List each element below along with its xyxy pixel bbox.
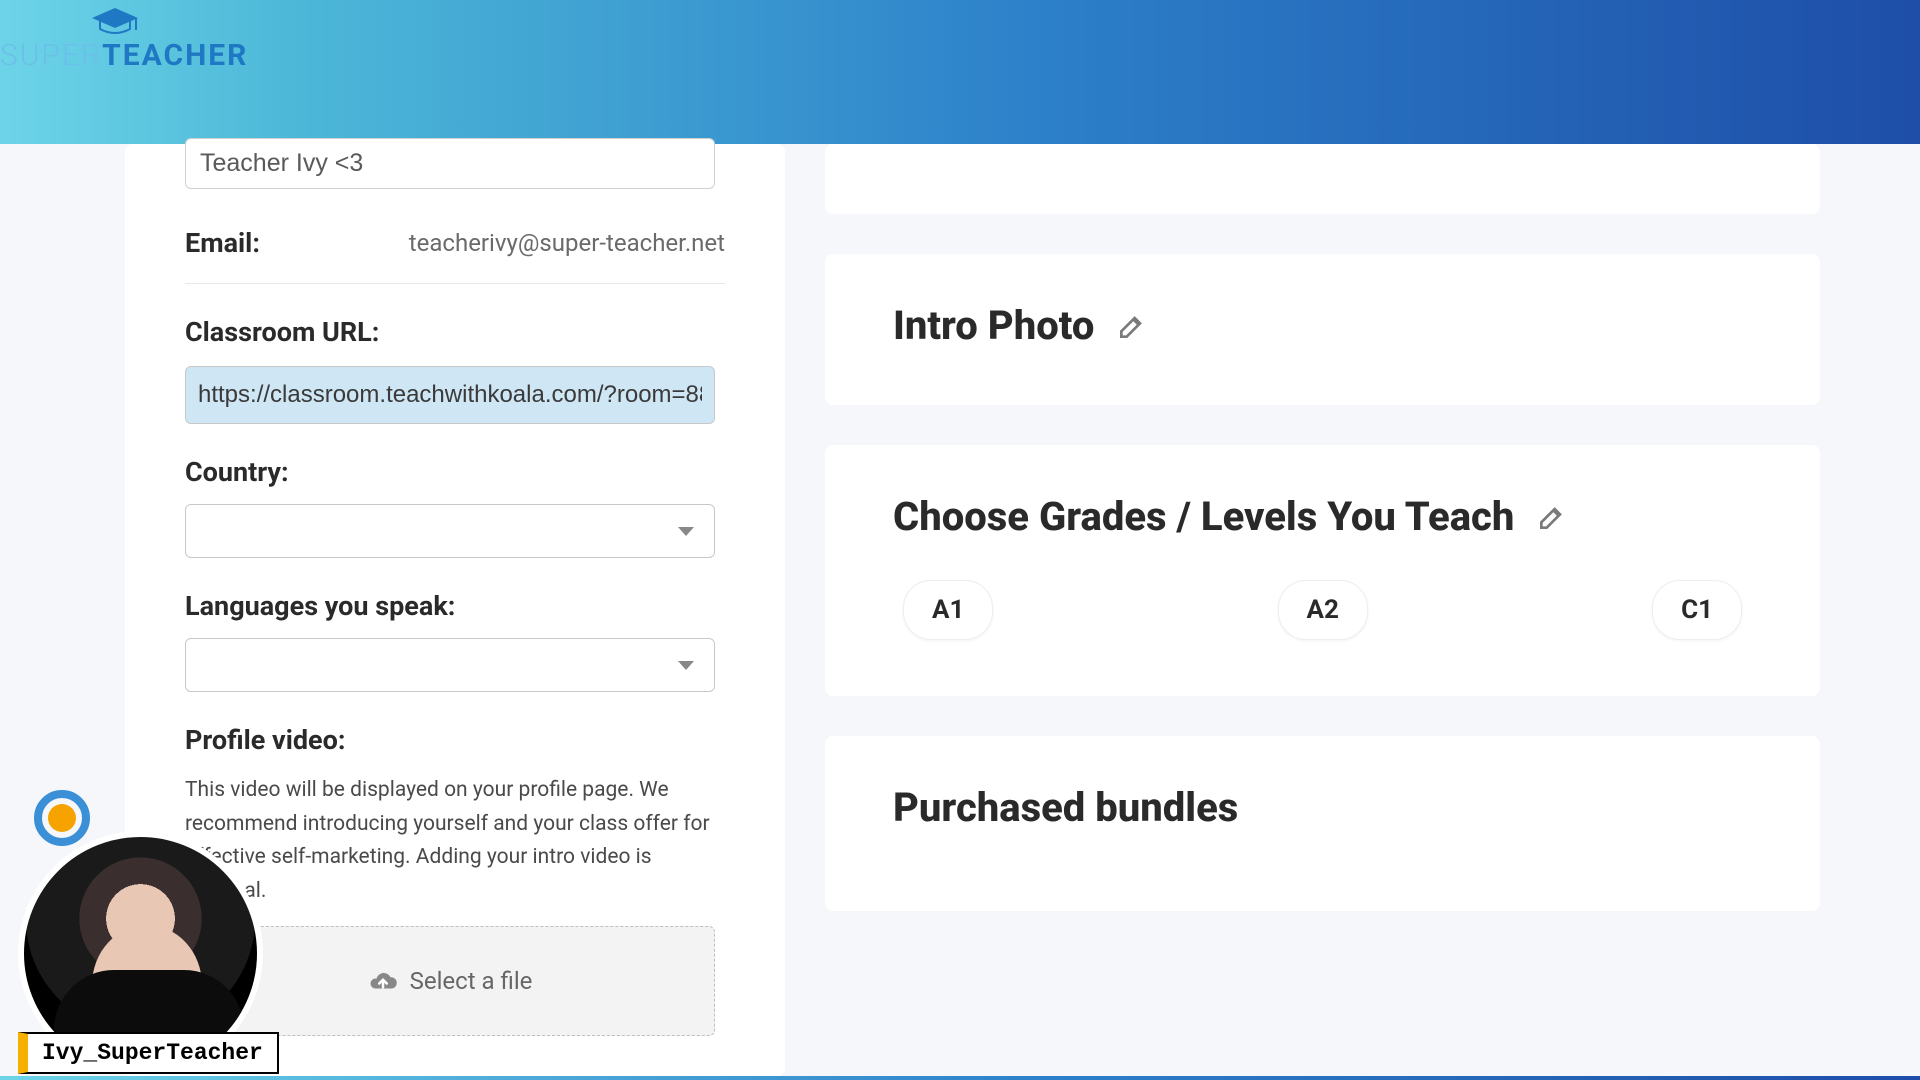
classroom-url-label: Classroom URL:: [185, 316, 725, 348]
classroom-url-input[interactable]: [185, 366, 715, 424]
email-row: Email: teacherivy@super-teacher.net: [185, 227, 725, 284]
profile-video-block: Profile video: This video will be displa…: [185, 724, 725, 1036]
brand-logo: SUPERTEACHER: [0, 6, 248, 73]
email-value: teacherivy@super-teacher.net: [409, 229, 725, 257]
country-select[interactable]: [185, 504, 715, 558]
grade-chip[interactable]: A2: [1278, 580, 1368, 640]
intro-photo-card: Intro Photo: [825, 254, 1820, 405]
country-block: Country:: [185, 456, 725, 558]
languages-block: Languages you speak:: [185, 590, 725, 692]
languages-label: Languages you speak:: [185, 590, 725, 622]
header-banner: [0, 0, 1920, 144]
grade-chip[interactable]: A1: [903, 580, 993, 640]
bundles-title: Purchased bundles: [893, 784, 1238, 831]
card-spacer: [825, 144, 1820, 214]
graduation-cap-icon: [90, 6, 140, 36]
email-label: Email:: [185, 227, 260, 259]
grade-chips: A1 A2 C1: [893, 580, 1752, 640]
select-file-button[interactable]: Select a file: [185, 926, 715, 1036]
select-file-label: Select a file: [410, 967, 533, 995]
grades-card: Choose Grades / Levels You Teach A1 A2 C…: [825, 445, 1820, 696]
brand-prefix: SUPER: [0, 38, 102, 73]
bundles-card: Purchased bundles: [825, 736, 1820, 911]
right-column: Intro Photo Choose Grades / Levels You T…: [825, 144, 1920, 1076]
grade-chip[interactable]: C1: [1652, 580, 1742, 640]
brand-suffix: TEACHER: [102, 38, 248, 73]
classroom-url-block: Classroom URL:: [185, 316, 725, 424]
main-content: Email: teacherivy@super-teacher.net Clas…: [0, 144, 1920, 1076]
streamer-name-tag: Ivy_SuperTeacher: [18, 1032, 279, 1074]
edit-icon[interactable]: [1536, 501, 1568, 533]
languages-select[interactable]: [185, 638, 715, 692]
cloud-upload-icon: [368, 966, 398, 996]
display-name-input[interactable]: [185, 138, 715, 189]
intro-photo-title: Intro Photo: [893, 302, 1094, 349]
edit-icon[interactable]: [1116, 310, 1148, 342]
country-label: Country:: [185, 456, 725, 488]
grades-title: Choose Grades / Levels You Teach: [893, 493, 1514, 540]
profile-video-help: This video will be displayed on your pro…: [185, 774, 725, 908]
profile-video-label: Profile video:: [185, 724, 725, 756]
